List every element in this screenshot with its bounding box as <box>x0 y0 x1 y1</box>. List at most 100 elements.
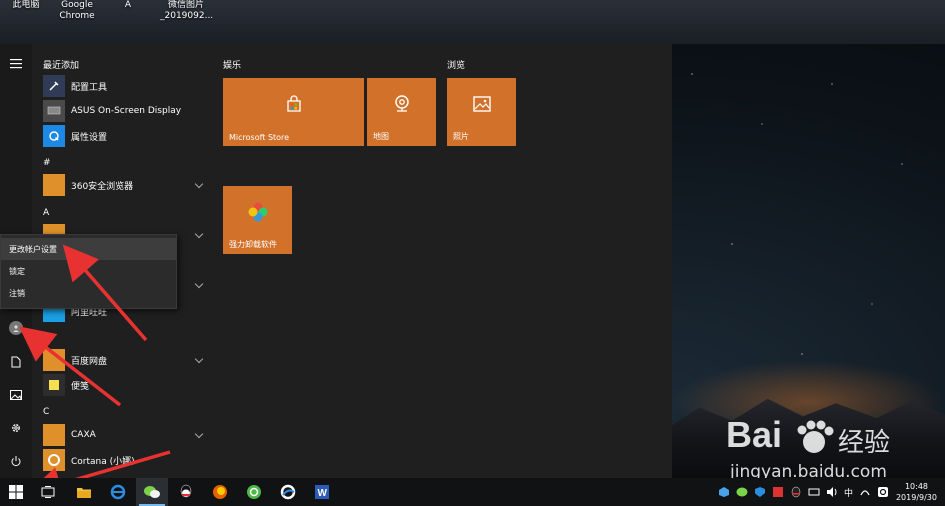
task-view-button[interactable] <box>32 478 64 506</box>
app-label: 配置工具 <box>71 82 108 93</box>
tile-label: 地图 <box>373 132 389 141</box>
folder-icon <box>43 174 65 196</box>
asus-display-icon <box>43 100 65 122</box>
tile-label: 强力卸载软件 <box>229 240 277 249</box>
group-heading-c[interactable]: C <box>43 407 49 417</box>
folder-icon <box>43 349 65 371</box>
tile-label: 照片 <box>453 132 469 141</box>
start-button[interactable] <box>0 478 32 506</box>
tiles-area: 娱乐 浏览 Microsoft Store 地图 照片 强力卸载软件 <box>212 44 672 478</box>
taskbar-360-browser[interactable] <box>238 478 270 506</box>
app-asus-osd[interactable]: ASUS On-Screen Display <box>43 100 208 122</box>
watermark-brand-2: 经验 <box>838 428 891 458</box>
tile-photos[interactable]: 照片 <box>447 78 516 146</box>
taskbar-file-explorer[interactable] <box>68 478 100 506</box>
baidu-paw-icon <box>797 420 834 453</box>
hamburger-menu-button[interactable] <box>0 48 32 80</box>
recent-heading: 最近添加 <box>43 61 80 71</box>
user-account-button[interactable] <box>0 312 32 344</box>
tile-maps[interactable]: 地图 <box>367 78 436 146</box>
taskbar-word[interactable]: W <box>306 478 338 506</box>
chevron-down-icon <box>194 229 204 239</box>
qq-tray-icon <box>791 486 801 498</box>
wallpaper-stars <box>672 44 945 404</box>
group-heading-b[interactable]: B <box>43 333 49 343</box>
app-config-tool[interactable]: 配置工具 <box>43 75 208 97</box>
app-baidu-netdisk-folder[interactable]: 百度网盘 <box>43 349 208 371</box>
group-heading-a[interactable]: A <box>43 208 49 218</box>
app-sticky-notes[interactable]: 便笺 <box>43 374 208 396</box>
app-360-browser-folder[interactable]: 360安全浏览器 <box>43 174 208 196</box>
baidu-watermark: Bai 经验 jingyan.baidu.com <box>726 414 936 488</box>
dragon-tray-icon <box>860 490 870 496</box>
chevron-down-icon <box>194 279 204 289</box>
firefox-icon <box>213 485 227 499</box>
360-browser-icon <box>247 485 261 499</box>
documents-button[interactable] <box>0 346 32 378</box>
desktop-icon-label: A <box>124 0 132 10</box>
desktop: 此电脑 Google Chrome A 微信图片 _2019092... <box>0 0 945 44</box>
lock-item[interactable]: 锁定 <box>1 260 177 282</box>
maps-icon <box>394 95 409 112</box>
chevron-down-icon <box>194 354 204 364</box>
group-heading-hash[interactable]: # <box>43 158 51 168</box>
tools-icon <box>43 75 65 97</box>
ie-icon <box>110 484 126 500</box>
sticky-notes-icon <box>43 374 65 396</box>
avatar-icon <box>9 321 23 335</box>
app-tray-icon <box>773 487 783 497</box>
desktop-icon-label: 微信图片 _2019092... <box>160 0 214 21</box>
taskbar-ie[interactable] <box>102 478 134 506</box>
taskbar-firefox[interactable] <box>204 478 236 506</box>
app-caxa-folder[interactable]: CAXA <box>43 424 208 446</box>
photos-icon <box>472 96 491 112</box>
app-label: ASUS On-Screen Display <box>71 106 182 116</box>
app-cortana[interactable]: Cortana (小娜) <box>43 449 208 471</box>
app-label: Cortana (小娜) <box>71 456 135 467</box>
windows-logo-icon <box>9 485 23 499</box>
gear-icon <box>12 424 20 432</box>
volume-icon <box>827 487 837 497</box>
network-icon <box>808 488 820 496</box>
change-account-settings-item[interactable]: 更改帐户设置 <box>1 238 177 260</box>
file-explorer-icon <box>77 488 91 498</box>
settings-button[interactable] <box>0 412 32 444</box>
app-properties[interactable]: 属性设置 <box>43 125 208 147</box>
power-button[interactable] <box>0 445 32 477</box>
shield-tray-icon <box>755 487 765 497</box>
desktop-icon-label: Google Chrome <box>59 0 95 21</box>
wechat-icon <box>144 486 160 498</box>
svg-text:W: W <box>318 488 328 499</box>
desktop-icon-wechat-image[interactable]: 微信图片 _2019092... <box>160 0 214 22</box>
hamburger-icon <box>10 59 22 69</box>
cube-tray-icon <box>719 487 729 497</box>
tile-group-title-entertainment[interactable]: 娱乐 <box>223 58 241 71</box>
sign-out-item[interactable]: 注销 <box>1 282 177 304</box>
clock-date: 2019/9/30 <box>895 493 937 502</box>
word-icon: W <box>315 485 329 499</box>
folder-icon <box>43 424 65 446</box>
uninstall-icon <box>248 202 267 222</box>
taskbar-qq[interactable] <box>170 478 202 506</box>
taskbar-qq-browser[interactable] <box>272 478 304 506</box>
tile-label: Microsoft Store <box>229 133 290 142</box>
qq-browser-icon <box>280 484 296 500</box>
tile-uninstaller[interactable]: 强力卸载软件 <box>223 186 292 254</box>
qq-icon <box>180 484 192 498</box>
desktop-icon-chrome[interactable]: Google Chrome <box>54 0 100 22</box>
pictures-button[interactable] <box>0 379 32 411</box>
chevron-down-icon <box>194 179 204 189</box>
taskbar-wechat[interactable] <box>136 478 168 506</box>
taskbar: W 中 10:48 2019/9/30 <box>0 478 945 506</box>
tile-microsoft-store[interactable]: Microsoft Store <box>223 78 364 146</box>
system-tray: 中 <box>718 478 889 506</box>
tile-group-title-browse[interactable]: 浏览 <box>447 58 465 71</box>
task-view-icon <box>41 486 55 498</box>
q-tray-icon <box>878 487 889 497</box>
settings-q-icon <box>43 125 65 147</box>
power-icon <box>11 456 21 467</box>
clock[interactable]: 10:48 2019/9/30 <box>896 481 937 503</box>
desktop-icon-this-pc[interactable]: 此电脑 <box>6 0 46 11</box>
desktop-icon-a[interactable]: A <box>118 0 138 11</box>
input-language[interactable]: 中 <box>844 486 853 499</box>
